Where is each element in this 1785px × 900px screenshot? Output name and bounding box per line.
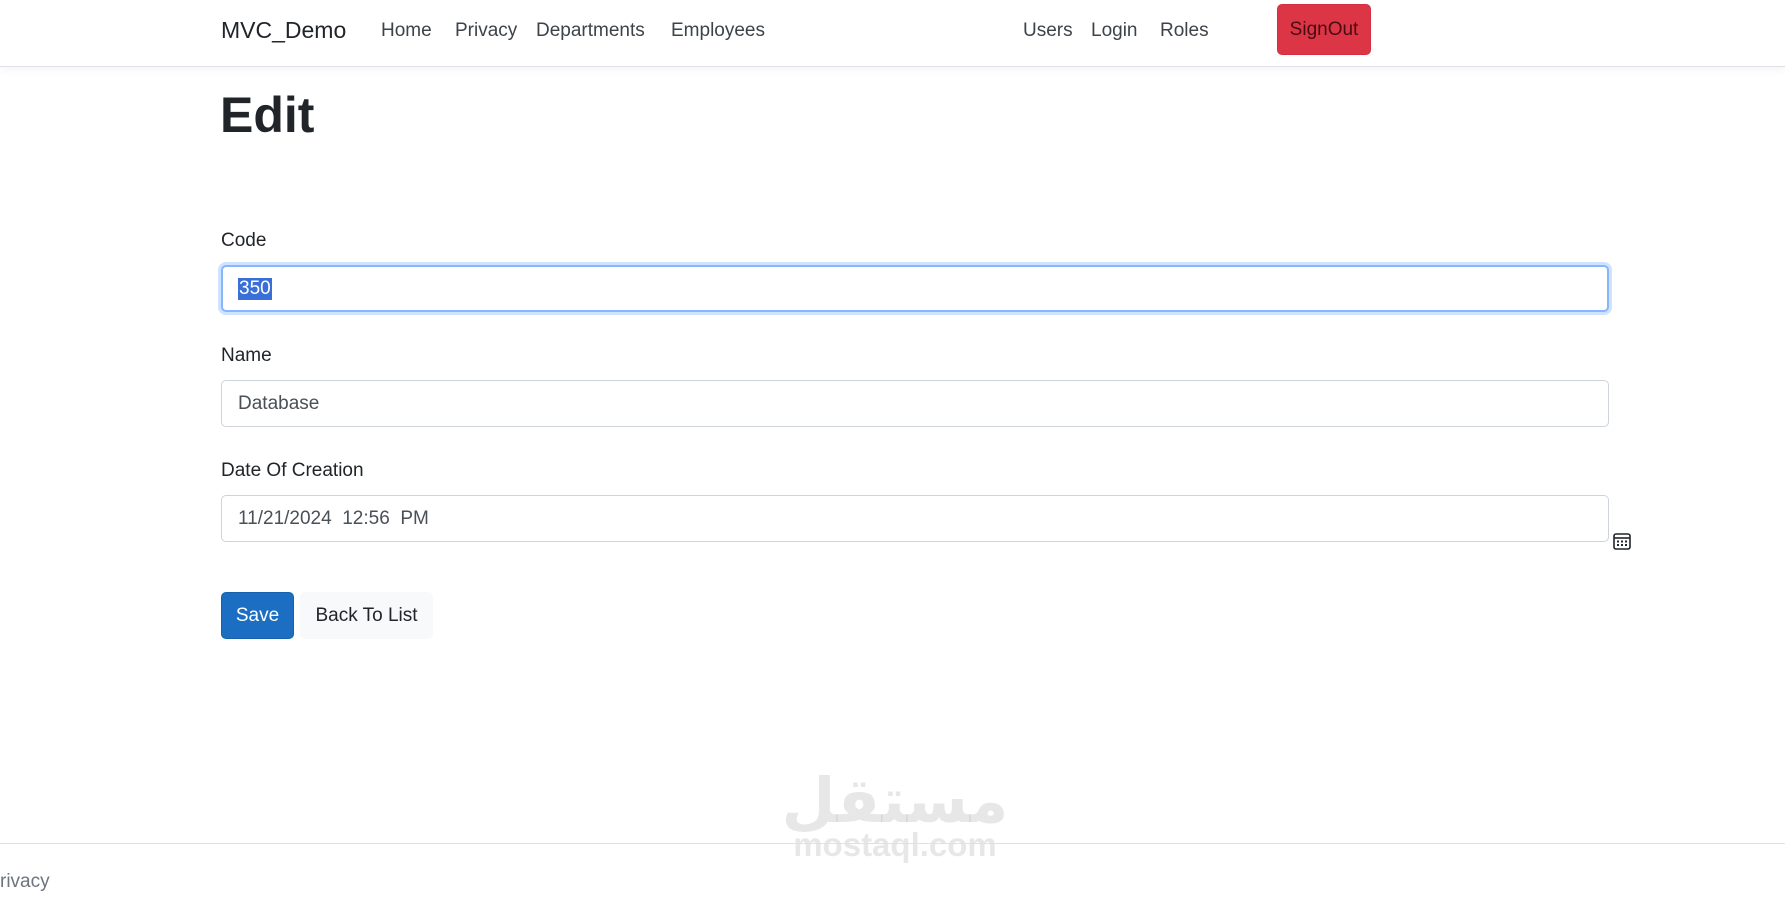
nav-link-users[interactable]: Users <box>1023 20 1073 42</box>
name-input-value: Database <box>238 392 320 414</box>
name-input[interactable]: Database <box>221 380 1609 427</box>
navbar: MVC_Demo Home Privacy Departments Employ… <box>0 0 1785 67</box>
back-to-list-link[interactable]: Back To List <box>300 592 433 639</box>
save-button[interactable]: Save <box>221 592 294 639</box>
date-of-creation-value: 11/21/2024 12:56 PM <box>238 507 429 529</box>
nav-link-employees[interactable]: Employees <box>671 20 765 42</box>
nav-link-login[interactable]: Login <box>1091 20 1138 42</box>
nav-link-home[interactable]: Home <box>381 20 432 42</box>
date-of-creation-input[interactable]: 11/21/2024 12:56 PM <box>221 495 1632 550</box>
code-input[interactable]: 350 <box>221 265 1609 312</box>
nav-link-roles[interactable]: Roles <box>1160 20 1209 42</box>
footer: rivacy <box>0 843 1785 900</box>
nav-link-privacy[interactable]: Privacy <box>455 20 517 42</box>
brand-link[interactable]: MVC_Demo <box>221 17 346 44</box>
date-of-creation-label: Date Of Creation <box>221 460 364 481</box>
code-label: Code <box>221 230 267 251</box>
nav-link-departments[interactable]: Departments <box>536 20 645 42</box>
name-label: Name <box>221 345 272 366</box>
footer-privacy-link[interactable]: rivacy <box>0 871 50 893</box>
code-input-selected-value: 350 <box>238 277 272 300</box>
page-title: Edit <box>220 87 315 143</box>
calendar-icon[interactable] <box>1570 509 1632 550</box>
signout-button[interactable]: SignOut <box>1277 4 1371 55</box>
watermark-arabic: مستقل <box>781 764 1009 837</box>
